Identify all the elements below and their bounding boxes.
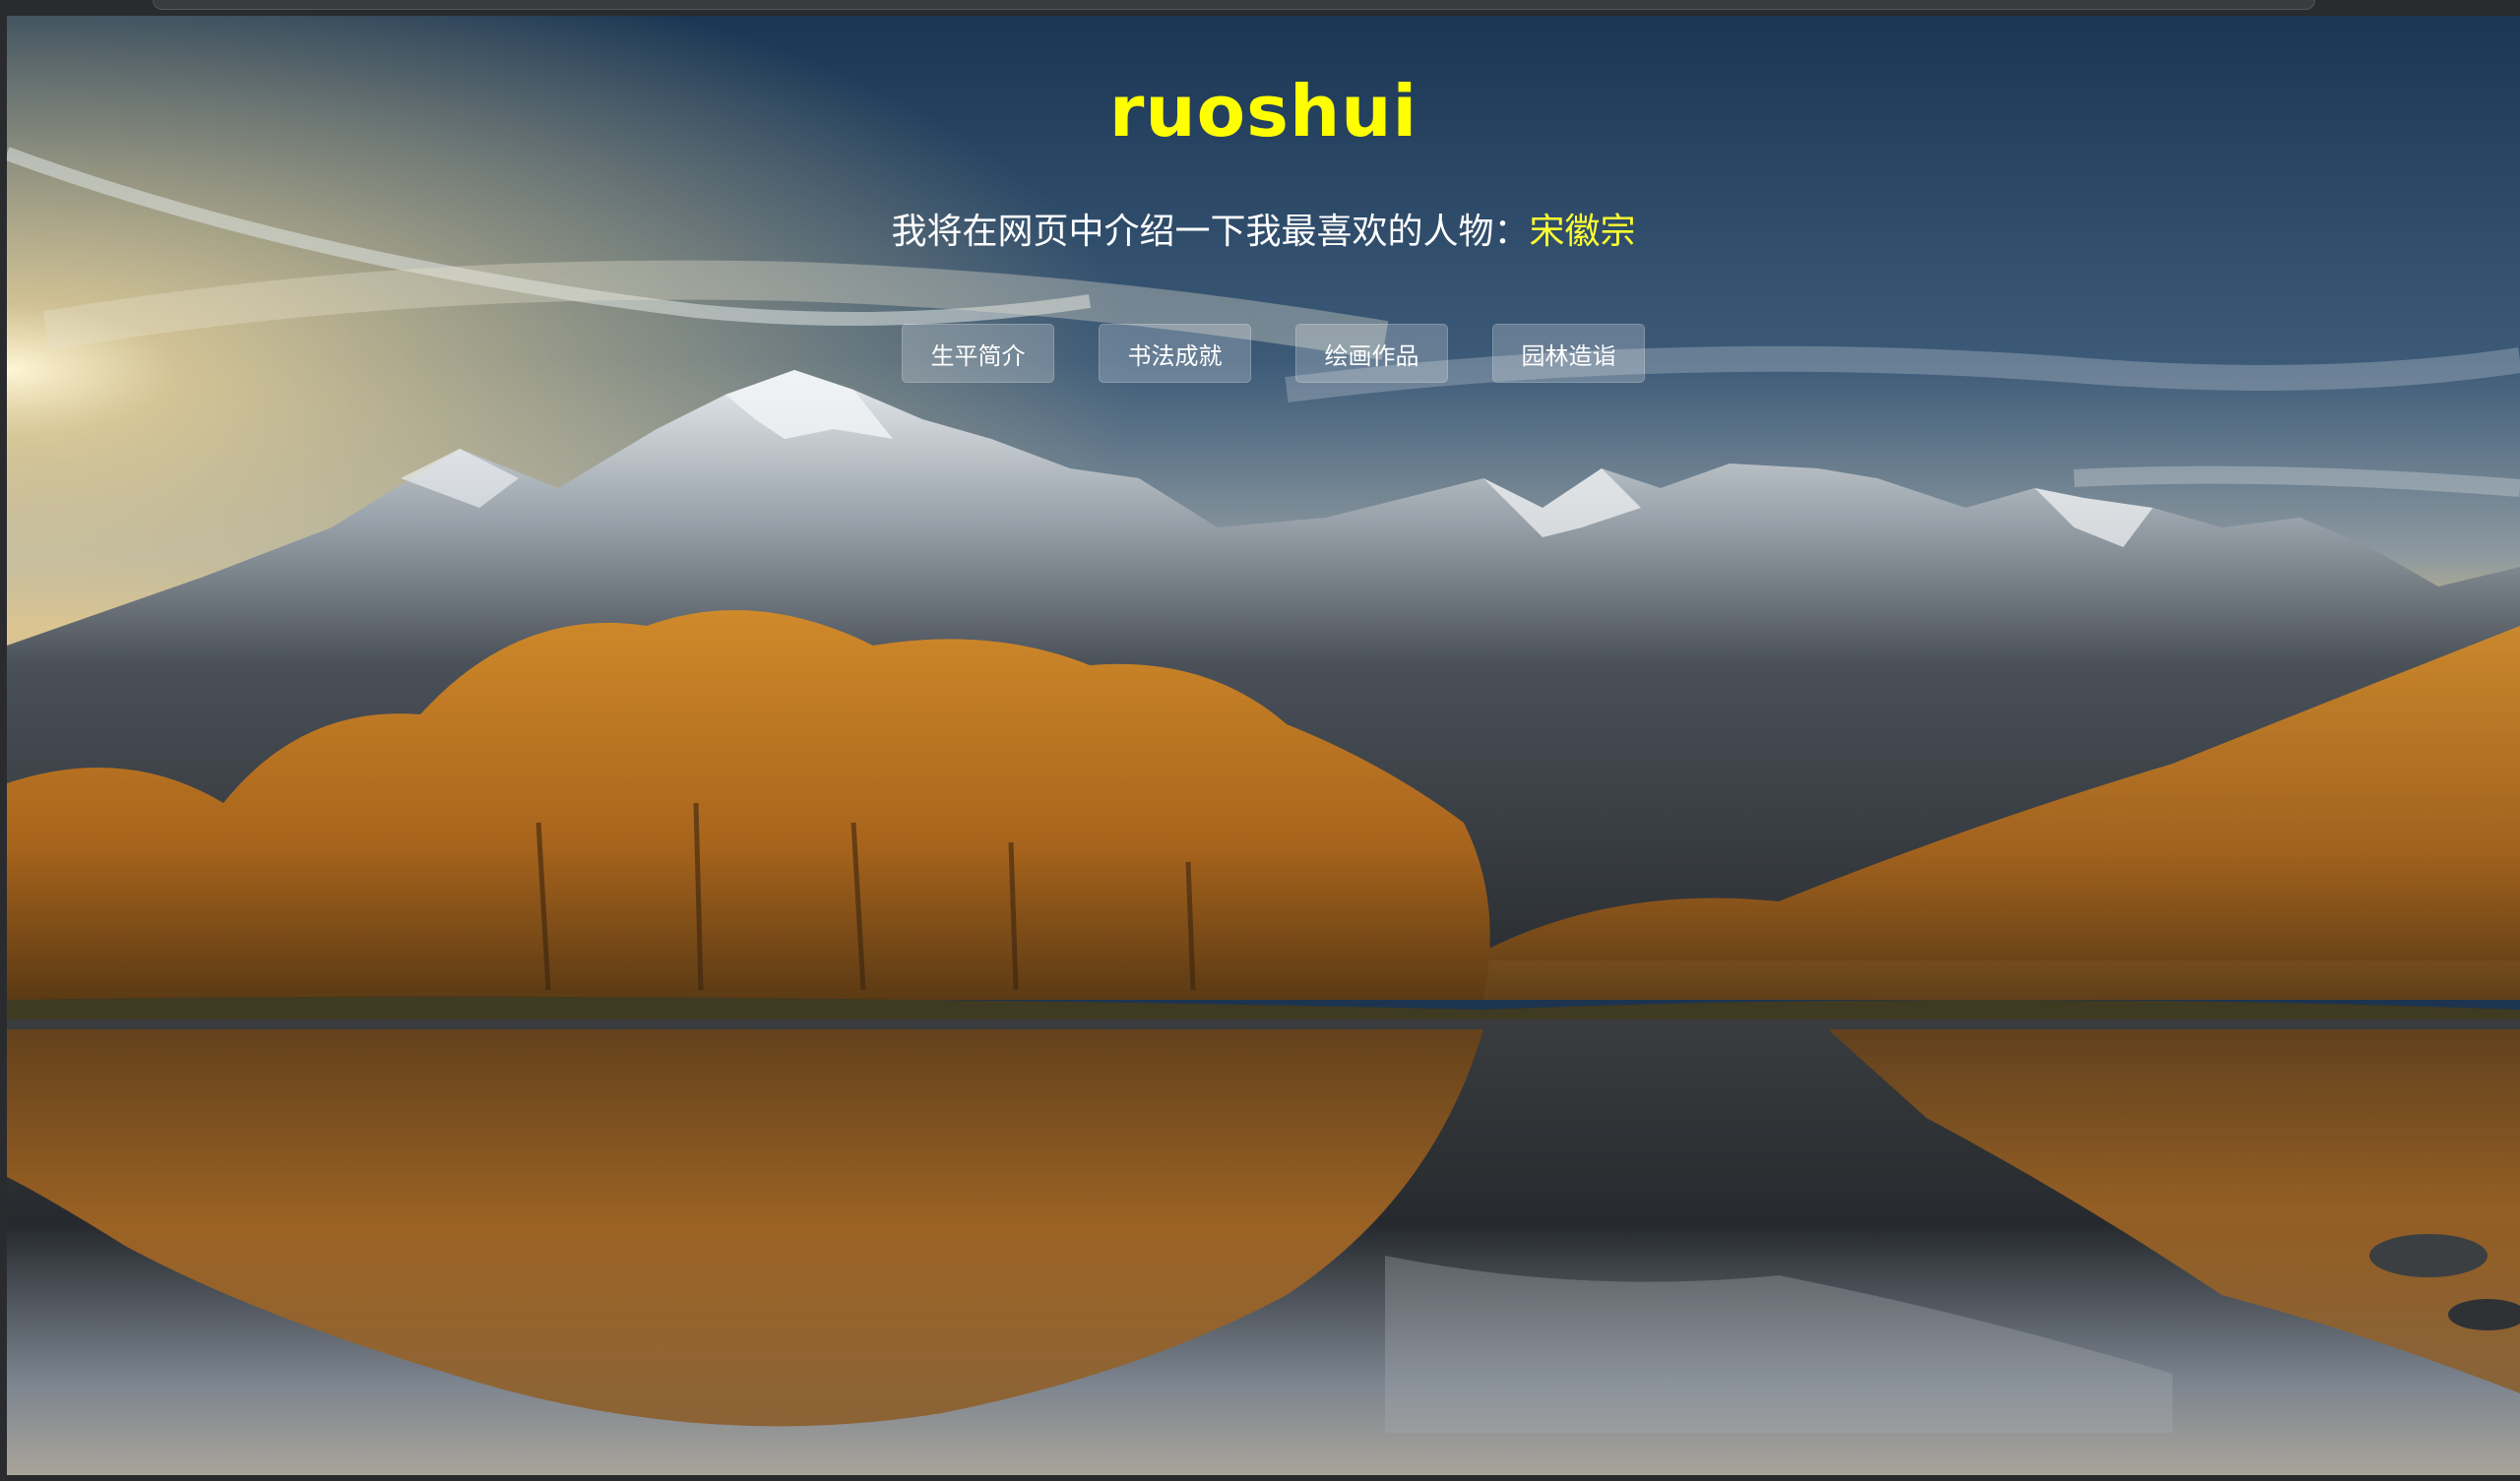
site-title: ruoshui — [1108, 70, 1418, 153]
main-navigation: 生平简介 书法成就 绘画作品 园林造诣 — [7, 324, 2520, 383]
browser-window: ruoshui 我将在网页中介绍一下我最喜欢的人物：宋徽宗 生平简介 书法成就 … — [0, 0, 2520, 1481]
intro-subtitle: 我将在网页中介绍一下我最喜欢的人物：宋徽宗 — [7, 203, 2520, 254]
nav-button-paintings[interactable]: 绘画作品 — [1295, 324, 1448, 383]
web-page: ruoshui 我将在网页中介绍一下我最喜欢的人物：宋徽宗 生平简介 书法成就 … — [7, 16, 2520, 1475]
nav-button-gardens[interactable]: 园林造诣 — [1492, 324, 1645, 383]
featured-person-name: 宋徽宗 — [1529, 212, 1636, 252]
window-top-bar — [153, 0, 2315, 10]
nav-button-calligraphy[interactable]: 书法成就 — [1099, 324, 1251, 383]
nav-button-biography[interactable]: 生平简介 — [902, 324, 1054, 383]
intro-text: 我将在网页中介绍一下我最喜欢的人物： — [891, 212, 1530, 252]
